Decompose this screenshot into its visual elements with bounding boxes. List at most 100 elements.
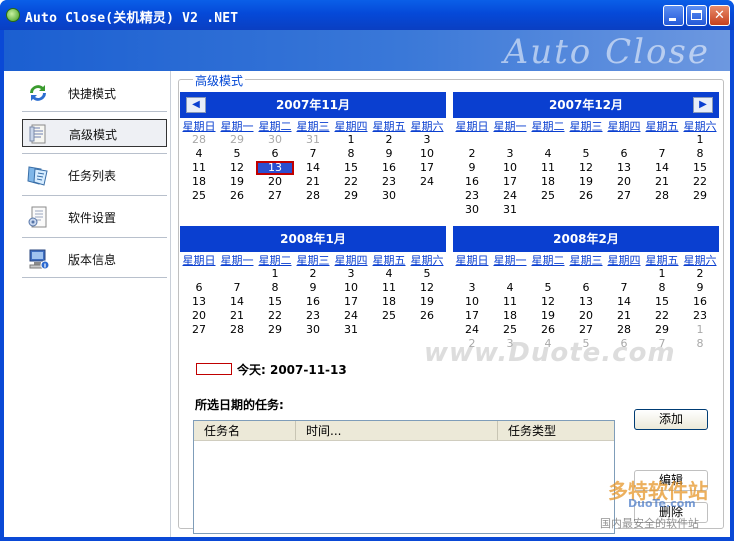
- calendar-day[interactable]: 16: [370, 161, 408, 175]
- calendar-day[interactable]: 8: [643, 281, 681, 295]
- calendar-day[interactable]: 14: [218, 295, 256, 309]
- column-header-task-name[interactable]: 任务名: [194, 421, 296, 440]
- calendar-day[interactable]: 8: [256, 281, 294, 295]
- calendar-day[interactable]: 3: [408, 133, 446, 147]
- calendar-day[interactable]: 14: [605, 295, 643, 309]
- calendar-day[interactable]: 7: [218, 281, 256, 295]
- add-button[interactable]: 添加: [634, 409, 708, 430]
- close-button[interactable]: ✕: [709, 5, 730, 26]
- maximize-button[interactable]: [686, 5, 707, 26]
- calendar-day[interactable]: 23: [681, 309, 719, 323]
- calendar-day[interactable]: 13: [605, 161, 643, 175]
- calendar-day[interactable]: 18: [180, 175, 218, 189]
- calendar-day[interactable]: 10: [408, 147, 446, 161]
- calendar-day[interactable]: 23: [294, 309, 332, 323]
- calendar-day[interactable]: 7: [643, 147, 681, 161]
- calendar-day[interactable]: 29: [681, 189, 719, 203]
- task-list-view[interactable]: 任务名 时间... 任务类型: [193, 420, 615, 534]
- calendar-day[interactable]: 23: [370, 175, 408, 189]
- calendar-day[interactable]: 24: [491, 189, 529, 203]
- calendar-day[interactable]: 5: [218, 147, 256, 161]
- calendar-day[interactable]: 11: [370, 281, 408, 295]
- calendar-day[interactable]: 15: [643, 295, 681, 309]
- calendar-day[interactable]: 11: [180, 161, 218, 175]
- calendar-day[interactable]: 13: [567, 295, 605, 309]
- calendar-day[interactable]: 8: [332, 147, 370, 161]
- calendar-day[interactable]: 1: [332, 133, 370, 147]
- column-header-time[interactable]: 时间...: [296, 421, 498, 440]
- calendar-day[interactable]: 9: [294, 281, 332, 295]
- calendar-day[interactable]: 10: [453, 295, 491, 309]
- calendar-day[interactable]: 22: [643, 309, 681, 323]
- sidebar-item-settings[interactable]: 软件设置: [22, 203, 167, 231]
- calendar-day[interactable]: 27: [567, 323, 605, 337]
- calendar-day[interactable]: 31: [294, 133, 332, 147]
- calendar-day[interactable]: 28: [605, 323, 643, 337]
- calendar-day[interactable]: 26: [408, 309, 446, 323]
- calendar-day[interactable]: 21: [218, 309, 256, 323]
- calendar-day[interactable]: 27: [180, 323, 218, 337]
- calendar-day[interactable]: 19: [408, 295, 446, 309]
- calendar-day[interactable]: 24: [332, 309, 370, 323]
- calendar-day[interactable]: 28: [180, 133, 218, 147]
- calendar-day[interactable]: 2: [294, 267, 332, 281]
- calendar-day[interactable]: 14: [294, 161, 332, 175]
- calendar-day[interactable]: 12: [567, 161, 605, 175]
- calendar-day[interactable]: 21: [294, 175, 332, 189]
- calendar-day[interactable]: 29: [643, 323, 681, 337]
- sidebar-item-version-info[interactable]: 版本信息: [22, 245, 167, 273]
- calendar-day[interactable]: 9: [681, 281, 719, 295]
- calendar-day[interactable]: 30: [294, 323, 332, 337]
- calendar-day[interactable]: 1: [643, 267, 681, 281]
- calendar-day[interactable]: 22: [332, 175, 370, 189]
- calendar-day[interactable]: 28: [643, 189, 681, 203]
- calendar-day[interactable]: 20: [567, 309, 605, 323]
- calendar-day[interactable]: 9: [453, 161, 491, 175]
- calendar-day[interactable]: 26: [218, 189, 256, 203]
- column-header-task-type[interactable]: 任务类型: [498, 421, 614, 440]
- calendar-day[interactable]: 8: [681, 337, 719, 351]
- calendar-day[interactable]: 12: [218, 161, 256, 175]
- calendar-day[interactable]: 6: [567, 281, 605, 295]
- calendar-day[interactable]: 4: [180, 147, 218, 161]
- calendar-day[interactable]: 29: [256, 323, 294, 337]
- calendar-day[interactable]: 15: [256, 295, 294, 309]
- calendar-day[interactable]: 24: [453, 323, 491, 337]
- next-month-button[interactable]: ▶: [693, 97, 713, 113]
- calendar-day[interactable]: 3: [332, 267, 370, 281]
- calendar-day[interactable]: 25: [529, 189, 567, 203]
- calendar-day[interactable]: 1: [681, 133, 719, 147]
- calendar-day[interactable]: 6: [605, 147, 643, 161]
- calendar-day[interactable]: 15: [332, 161, 370, 175]
- app-icon[interactable]: [6, 8, 20, 22]
- calendar-day[interactable]: 29: [218, 133, 256, 147]
- calendar-day[interactable]: 17: [408, 161, 446, 175]
- calendar-day[interactable]: 4: [529, 147, 567, 161]
- calendar-day[interactable]: 19: [218, 175, 256, 189]
- calendar-day[interactable]: 19: [567, 175, 605, 189]
- calendar-day[interactable]: 9: [370, 147, 408, 161]
- calendar-day[interactable]: 21: [605, 309, 643, 323]
- calendar-day[interactable]: 26: [567, 189, 605, 203]
- calendar-day[interactable]: 4: [370, 267, 408, 281]
- calendar-day[interactable]: 17: [491, 175, 529, 189]
- prev-month-button[interactable]: ◀: [186, 97, 206, 113]
- calendar-day[interactable]: 6: [256, 147, 294, 161]
- calendar-day[interactable]: 29: [332, 189, 370, 203]
- calendar-day[interactable]: 19: [529, 309, 567, 323]
- calendar-day[interactable]: 25: [370, 309, 408, 323]
- calendar-day[interactable]: 7: [605, 281, 643, 295]
- calendar-day[interactable]: 2: [681, 267, 719, 281]
- calendar-day[interactable]: 5: [567, 147, 605, 161]
- title-bar[interactable]: Auto Close(关机精灵) V2 .NET ✕: [0, 0, 734, 30]
- calendar-day[interactable]: 5: [529, 281, 567, 295]
- calendar-day[interactable]: 21: [643, 175, 681, 189]
- calendar-day[interactable]: 13: [180, 295, 218, 309]
- calendar-day[interactable]: 1: [256, 267, 294, 281]
- calendar-day[interactable]: 17: [453, 309, 491, 323]
- calendar-day[interactable]: 12: [529, 295, 567, 309]
- calendar-day[interactable]: 30: [370, 189, 408, 203]
- calendar-day[interactable]: 20: [256, 175, 294, 189]
- calendar-day[interactable]: 20: [180, 309, 218, 323]
- calendar-day[interactable]: 15: [681, 161, 719, 175]
